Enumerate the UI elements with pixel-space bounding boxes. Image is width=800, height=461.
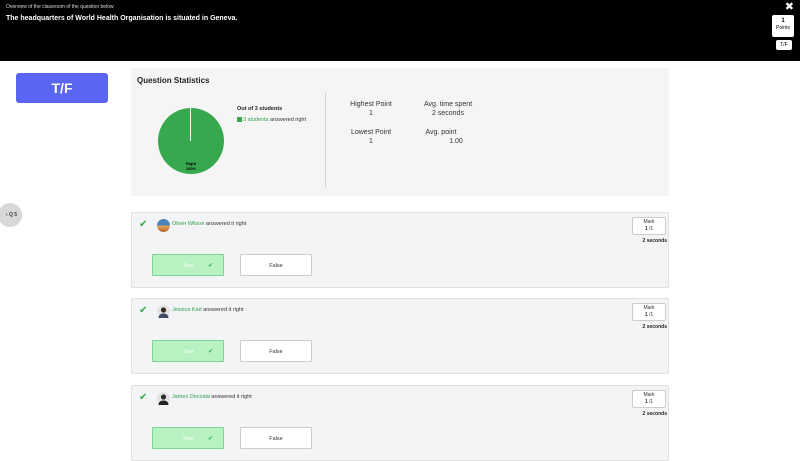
option-true: True ✔ bbox=[152, 254, 224, 276]
legend-suffix: answered right bbox=[268, 117, 306, 123]
mark-value: 1 bbox=[644, 226, 648, 232]
avg-time-value: 2 seconds bbox=[432, 110, 464, 117]
legend-count: 3 students bbox=[243, 117, 269, 123]
avatar-icon bbox=[158, 394, 169, 405]
check-icon: ✔ bbox=[139, 219, 148, 230]
lowest-point-value: 1 bbox=[369, 138, 373, 145]
avatar bbox=[157, 219, 170, 232]
avg-point-label: Avg. point bbox=[425, 129, 457, 136]
mark-box[interactable]: Mark 1 /1 bbox=[632, 217, 666, 235]
question-number: Q 5 bbox=[9, 212, 18, 218]
pie-chart: Right 100% bbox=[158, 108, 224, 174]
question-type-chip: T/F bbox=[776, 40, 792, 50]
points-value: 1 bbox=[781, 18, 785, 24]
student-answer-text: Jessica Karl answered it right bbox=[172, 307, 244, 313]
time-spent: 2 seconds bbox=[642, 411, 667, 417]
points-badge: 1 Points bbox=[772, 15, 794, 37]
mark-value: 1 bbox=[644, 399, 648, 405]
student-answer-text: Oliver Wilson answered it right bbox=[172, 221, 246, 227]
mark-total: /1 bbox=[649, 226, 654, 232]
check-icon: ✔ bbox=[139, 392, 148, 403]
option-true: True ✔ bbox=[152, 340, 224, 362]
answer-card: ✔ Jessica Karl answered it right Mark 1 … bbox=[131, 298, 669, 374]
answer-status: answered it right bbox=[201, 307, 244, 313]
avatar bbox=[157, 305, 170, 318]
mark-label: Mark bbox=[643, 392, 655, 398]
avg-time-stat: Avg. time spent 2 seconds bbox=[416, 101, 480, 117]
student-name[interactable]: Jessica Karl bbox=[172, 307, 202, 313]
question-statistics-panel: Question Statistics Right 100% Out of 3 … bbox=[131, 68, 669, 196]
option-true-label: True bbox=[182, 263, 194, 269]
answer-status: answered it right bbox=[204, 221, 247, 227]
student-answer-text: James Decosta answered it right bbox=[172, 394, 252, 400]
check-icon: ✔ bbox=[207, 349, 213, 355]
avg-time-label: Avg. time spent bbox=[423, 101, 473, 108]
check-icon: ✔ bbox=[207, 436, 213, 442]
time-spent: 2 seconds bbox=[642, 324, 667, 330]
pie-start-line bbox=[190, 108, 191, 141]
mark-box[interactable]: Mark 1 /1 bbox=[632, 303, 666, 321]
highest-point-label: Highest Point bbox=[350, 101, 392, 108]
mark-total: /1 bbox=[649, 399, 654, 405]
question-text: The headquarters of World Health Organis… bbox=[6, 15, 238, 22]
highest-point-stat: Highest Point 1 bbox=[343, 101, 399, 117]
points-label: Points bbox=[776, 25, 790, 31]
pie-label-percent: 100% bbox=[185, 166, 197, 171]
stats-title: Question Statistics bbox=[137, 76, 210, 85]
question-nav-button[interactable]: ‹ Q 5 bbox=[0, 203, 22, 227]
mark-label: Mark bbox=[643, 305, 655, 311]
close-icon[interactable]: ✖ bbox=[785, 0, 794, 13]
option-false: False bbox=[240, 254, 312, 276]
option-false: False bbox=[240, 427, 312, 449]
mark-box[interactable]: Mark 1 /1 bbox=[632, 390, 666, 408]
header-subtitle: Overview of the classroom of the questio… bbox=[6, 4, 114, 10]
avatar bbox=[157, 392, 170, 405]
lowest-point-label: Lowest Point bbox=[350, 129, 392, 136]
mark-total: /1 bbox=[649, 312, 654, 318]
check-icon: ✔ bbox=[207, 263, 213, 269]
option-false: False bbox=[240, 340, 312, 362]
mark-label: Mark bbox=[643, 219, 655, 225]
stats-divider bbox=[325, 92, 326, 188]
option-true-label: True bbox=[182, 349, 194, 355]
pie-label: Right 100% bbox=[158, 161, 224, 171]
option-true: True ✔ bbox=[152, 427, 224, 449]
chevron-left-icon: ‹ bbox=[5, 212, 8, 218]
avg-point-stat: Avg. point 1.00 bbox=[416, 129, 466, 145]
answer-card: ✔ James Decosta answered it right Mark 1… bbox=[131, 385, 669, 461]
student-name[interactable]: Oliver Wilson bbox=[172, 221, 204, 227]
avatar-icon bbox=[158, 307, 169, 318]
pie-legend: 3 students answered right bbox=[237, 117, 306, 123]
time-spent: 2 seconds bbox=[642, 238, 667, 244]
student-name[interactable]: James Decosta bbox=[172, 394, 210, 400]
out-of-students: Out of 3 students bbox=[237, 106, 283, 112]
option-true-label: True bbox=[182, 436, 194, 442]
mark-value: 1 bbox=[644, 312, 648, 318]
answer-card: ✔ Oliver Wilson answered it right Mark 1… bbox=[131, 212, 669, 288]
lowest-point-stat: Lowest Point 1 bbox=[343, 129, 399, 145]
answer-status: answered it right bbox=[209, 394, 252, 400]
highest-point-value: 1 bbox=[369, 110, 373, 117]
check-icon: ✔ bbox=[139, 305, 148, 316]
legend-swatch bbox=[237, 117, 242, 123]
avg-point-value: 1.00 bbox=[449, 138, 463, 145]
question-type-badge: T/F bbox=[16, 73, 108, 103]
top-header: Overview of the classroom of the questio… bbox=[0, 0, 800, 61]
